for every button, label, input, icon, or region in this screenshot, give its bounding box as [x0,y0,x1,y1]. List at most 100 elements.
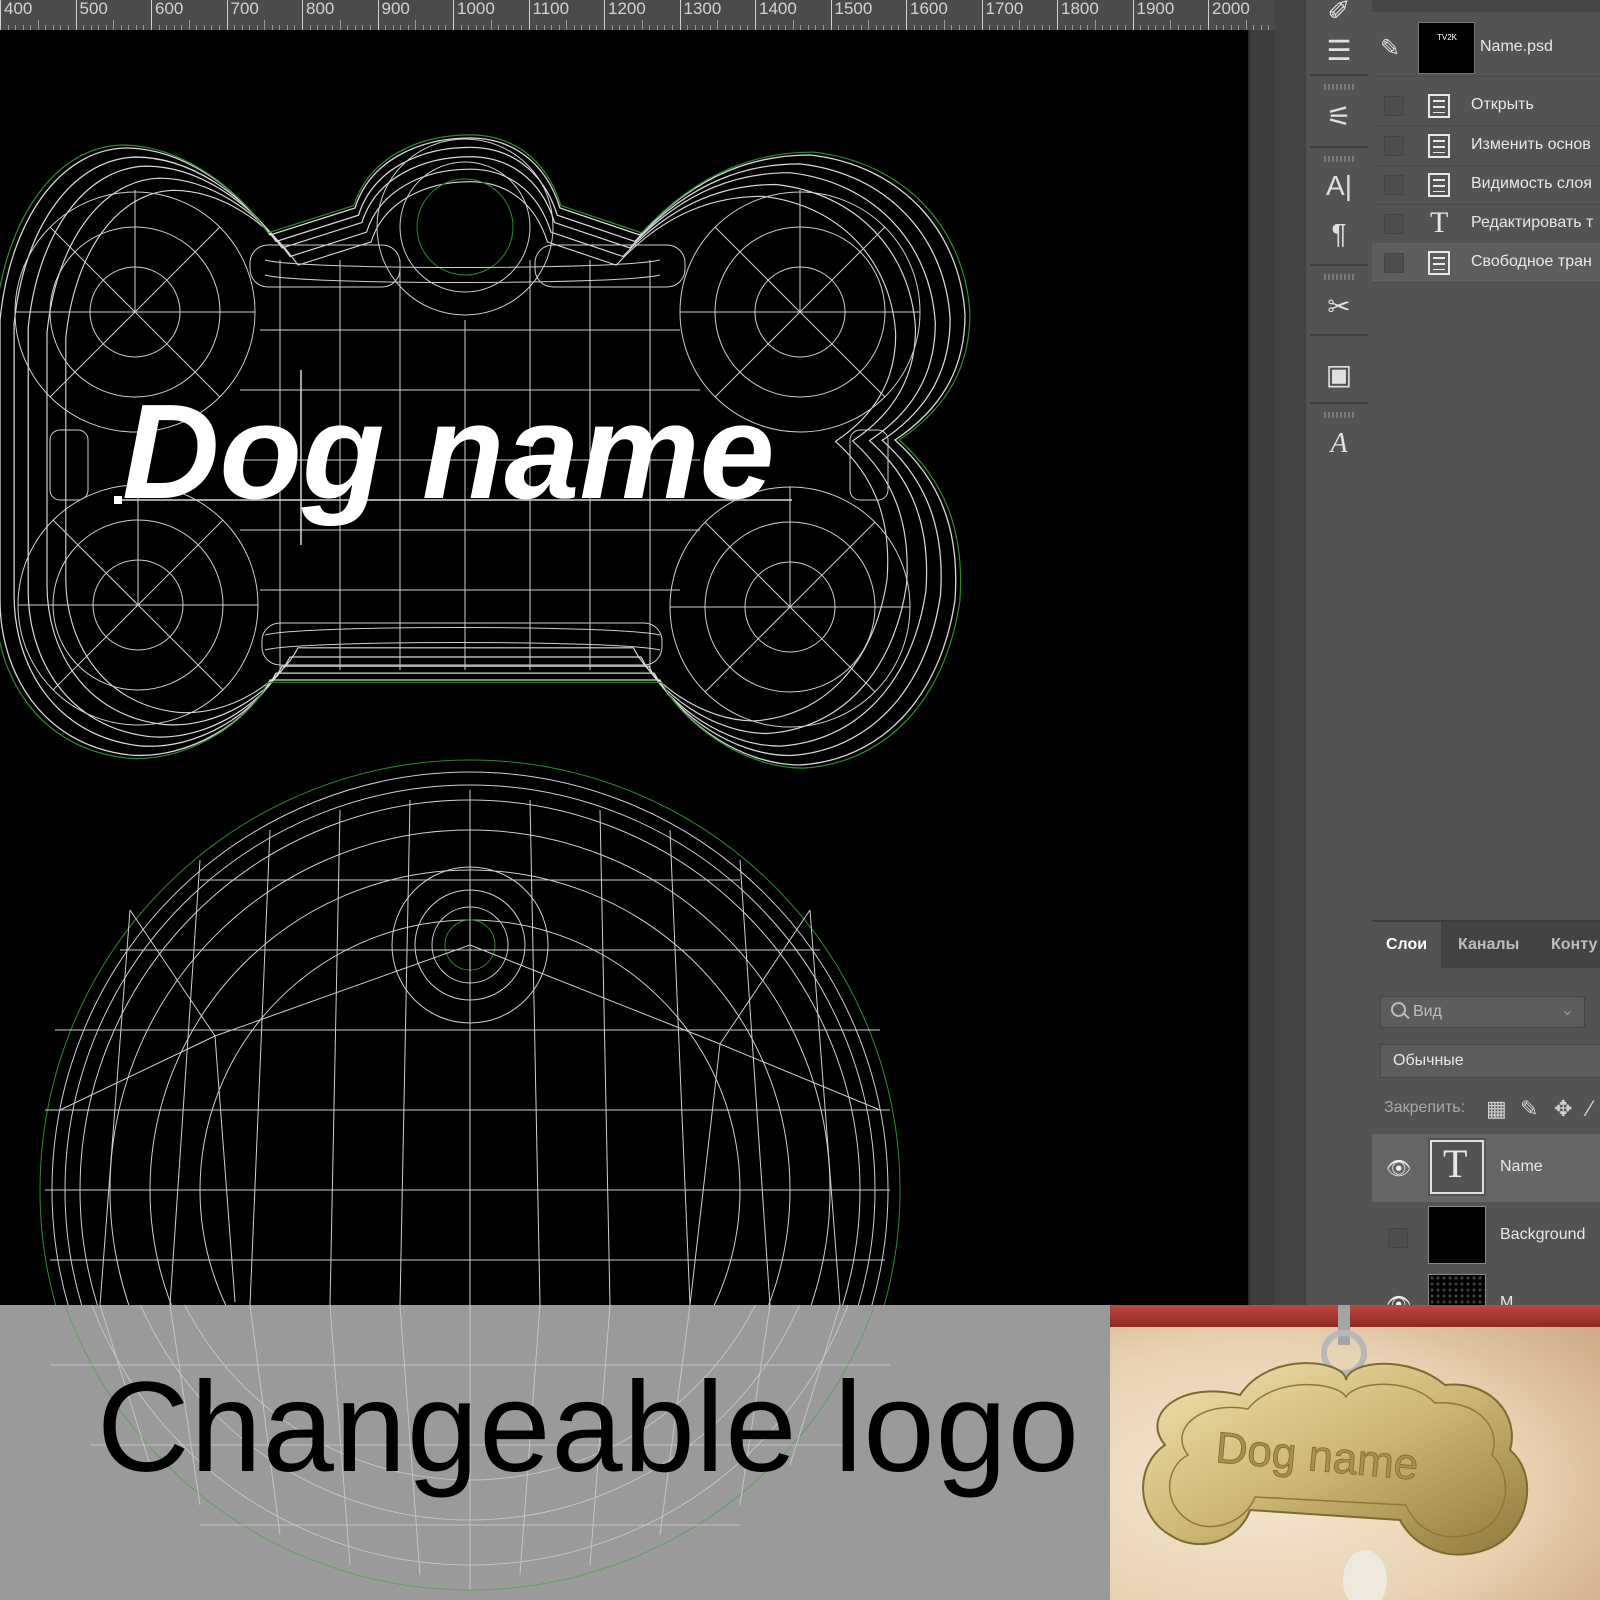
ruler-minor-tick [1019,20,1021,30]
visibility-toggle[interactable] [1388,1228,1408,1248]
tab-channels[interactable]: Каналы [1444,922,1533,968]
history-item-selected[interactable]: Свободное тран [1372,243,1600,283]
lock-label: Закрепить: [1384,1099,1466,1116]
adjustments-icon[interactable]: ☰ [1306,26,1372,74]
ruler-tick [1208,0,1209,30]
ruler-label: 1800 [1061,0,1099,18]
layer-row-name[interactable]: 👁 T Name [1372,1134,1600,1202]
history-panel: ✎ TV2K Name.psd Открыть Изменить основ В… [1372,0,1600,920]
ruler-tick [906,0,907,30]
ruler-minor-tick [415,20,417,30]
layer-filter-select[interactable]: Вид ⌄ [1380,996,1585,1028]
ruler-tick [75,0,77,30]
history-panel-header [1372,0,1600,12]
ruler-tick [981,0,983,30]
history-item[interactable]: Открыть [1372,86,1600,126]
ruler-tick [0,0,1,30]
paragraph-styles-icon[interactable]: ⚟ [1306,92,1372,140]
document-icon [1428,94,1450,118]
ruler-tick [528,0,530,30]
ruler-minor-tick [264,20,266,30]
ruler-minor-tick [1245,20,1247,30]
layer-row-background[interactable]: Background [1372,1202,1600,1270]
ruler-minor-tick [188,20,190,30]
layer-thumbnail [1428,1206,1486,1264]
history-brush-checkbox[interactable] [1384,136,1404,156]
snapshot-thumb-text: TV2K [1437,33,1458,42]
search-icon [1391,1002,1406,1017]
tab-layers[interactable]: Слои [1372,922,1442,968]
ruler-label: 1700 [985,0,1024,18]
ruler-label: 1400 [759,0,797,18]
panel-dock-edge [1275,0,1305,1305]
history-item[interactable]: Видимость слоя [1372,165,1600,205]
history-item-label: Свободное тран [1471,253,1592,270]
ruler-minor-tick [792,20,794,30]
notes-icon[interactable]: ▣ [1306,350,1372,398]
ruler-minor-tick [943,20,945,30]
canvas-text-layer[interactable]: Dog name [122,376,775,527]
ruler-label: 1300 [683,0,722,18]
ruler-tick [1057,0,1058,30]
ruler-minor-tick [339,20,341,30]
ruler-tick [151,0,152,30]
ruler-tick [755,0,756,30]
history-item-label: Открыть [1471,96,1534,113]
history-item[interactable]: T Редактировать т [1372,204,1600,244]
tab-paths[interactable]: Конту [1537,922,1600,968]
ruler-label: 1900 [1136,0,1175,18]
ruler-label: 1100 [532,0,570,18]
ruler-tick [679,0,681,30]
glyphs-icon[interactable]: A [1306,420,1372,468]
lock-more-icon[interactable]: ⁄ [1588,1096,1592,1122]
lock-move-icon[interactable]: ✥ [1554,1096,1572,1122]
lock-row: Закрепить: ▦ ✎ ✥ ⁄ [1384,1094,1600,1124]
lock-paint-icon[interactable]: ✎ [1520,1096,1538,1122]
ruler-label: 800 [306,0,335,18]
document-icon [1428,134,1450,158]
document-icon [1428,251,1450,275]
type-icon: T [1443,1141,1468,1186]
history-snapshot[interactable]: ✎ TV2K Name.psd [1372,22,1600,77]
history-brush-checkbox[interactable] [1384,96,1404,116]
tool-presets-icon[interactable]: ✂ [1306,282,1372,330]
history-item[interactable]: Изменить основ [1372,126,1600,166]
ruler-tick [1132,0,1134,30]
ruler-label: 1500 [834,0,873,18]
snapshot-thumbnail: TV2K [1418,22,1475,74]
ruler-minor-tick [868,20,870,30]
layer-name[interactable]: Name [1500,1158,1543,1176]
layer-filter-label: Вид [1413,1003,1442,1020]
ruler-label: 400 [4,0,33,18]
history-brush-checkbox[interactable] [1384,253,1404,273]
ruler-tick [830,0,832,30]
document-canvas[interactable]: Dog name [0,30,1248,1305]
ruler-minor-tick [1094,20,1096,30]
layer-name[interactable]: Background [1500,1226,1585,1244]
banner-title: Changeable logo [97,1356,1080,1499]
history-brush-source-icon[interactable]: ✎ [1380,34,1400,63]
character-icon[interactable]: A| [1306,162,1372,210]
canvas-scroll-gutter [1248,30,1275,1305]
document-icon [1428,173,1450,197]
horizontal-ruler[interactable]: 400 500 600 700 800 900 1000 1100 1200 1300 1400 15… [0,0,1275,30]
text-layer-thumbnail: T [1428,1138,1486,1196]
paragraph-icon[interactable]: ¶ [1306,210,1372,258]
ruler-label: 900 [381,0,410,18]
ruler-minor-tick [490,20,492,30]
ruler-minor-tick [37,20,39,30]
layers-panel: Слои Каналы Конту Вид ⌄ Обычные Закрепит… [1372,920,1600,1332]
ruler-label: 700 [230,0,259,18]
ruler-label: 1200 [608,0,646,18]
ruler-minor-tick [113,20,115,30]
history-brush-checkbox[interactable] [1384,214,1404,234]
history-item-label: Видимость слоя [1471,175,1592,192]
eye-icon[interactable]: 👁 [1386,1156,1411,1180]
blend-mode-select[interactable]: Обычные [1380,1044,1600,1078]
blend-mode-value: Обычные [1393,1052,1464,1069]
chevron-down-icon: ⌄ [1560,1002,1574,1019]
lock-transparent-icon[interactable]: ▦ [1486,1096,1507,1122]
product-render: Dog name [1110,1305,1600,1600]
history-brush-checkbox[interactable] [1384,175,1404,195]
history-item-label: Редактировать т [1471,214,1594,231]
